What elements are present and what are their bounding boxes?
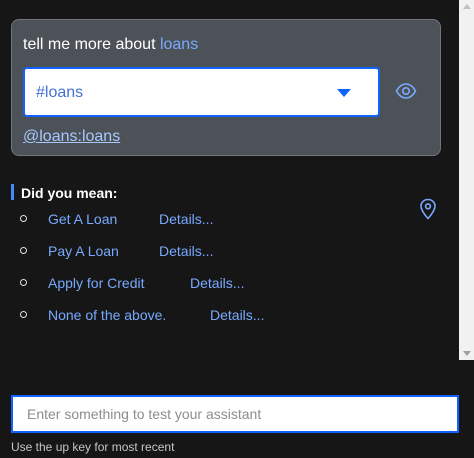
conversation-scroll-area: tell me more about loans #loans @loans:l… [0, 0, 459, 360]
suggestion-details-link[interactable]: Details... [190, 275, 244, 291]
user-message-keyword: loans [159, 36, 199, 53]
suggestion-option: None of the above. Details... [0, 306, 440, 326]
suggestion-option-label[interactable]: Pay A Loan [48, 243, 119, 259]
bullet-icon [20, 279, 27, 286]
user-message-text: tell me more about loans [23, 36, 198, 54]
assistant-test-panel: tell me more about loans #loans @loans:l… [0, 0, 474, 458]
input-helper-text: Use the up key for most recent [11, 440, 175, 454]
suggestion-option: Pay A Loan Details... [0, 242, 440, 262]
suggestion-option-label[interactable]: Get A Loan [48, 211, 117, 227]
did-you-mean-heading: Did you mean: [21, 185, 118, 201]
message-input[interactable] [27, 397, 447, 431]
entity-link[interactable]: @loans:loans [23, 128, 120, 146]
bullet-icon [20, 311, 27, 318]
bullet-icon [20, 247, 27, 254]
vertical-scrollbar[interactable] [459, 0, 474, 360]
suggestion-accent-bar [11, 184, 14, 200]
suggestion-option-label[interactable]: None of the above. [48, 307, 166, 323]
suggestion-details-link[interactable]: Details... [159, 211, 213, 227]
suggestion-details-link[interactable]: Details... [159, 243, 213, 259]
user-message-prefix: tell me more about [23, 36, 160, 53]
intent-select-value: #loans [36, 84, 84, 101]
scroll-up-icon[interactable] [463, 4, 471, 9]
bullet-icon [20, 215, 27, 222]
scroll-down-icon[interactable] [463, 351, 471, 356]
user-message-card: tell me more about loans #loans @loans:l… [11, 19, 441, 156]
caret-down-icon [337, 89, 351, 97]
message-input-box[interactable] [11, 395, 459, 433]
suggestion-option-label[interactable]: Apply for Credit [48, 275, 144, 291]
suggestion-option: Apply for Credit Details... [0, 274, 440, 294]
suggestion-details-link[interactable]: Details... [210, 307, 264, 323]
intent-select[interactable]: #loans [23, 67, 380, 117]
suggestion-option: Get A Loan Details... [0, 210, 440, 230]
eye-icon[interactable] [395, 82, 417, 100]
